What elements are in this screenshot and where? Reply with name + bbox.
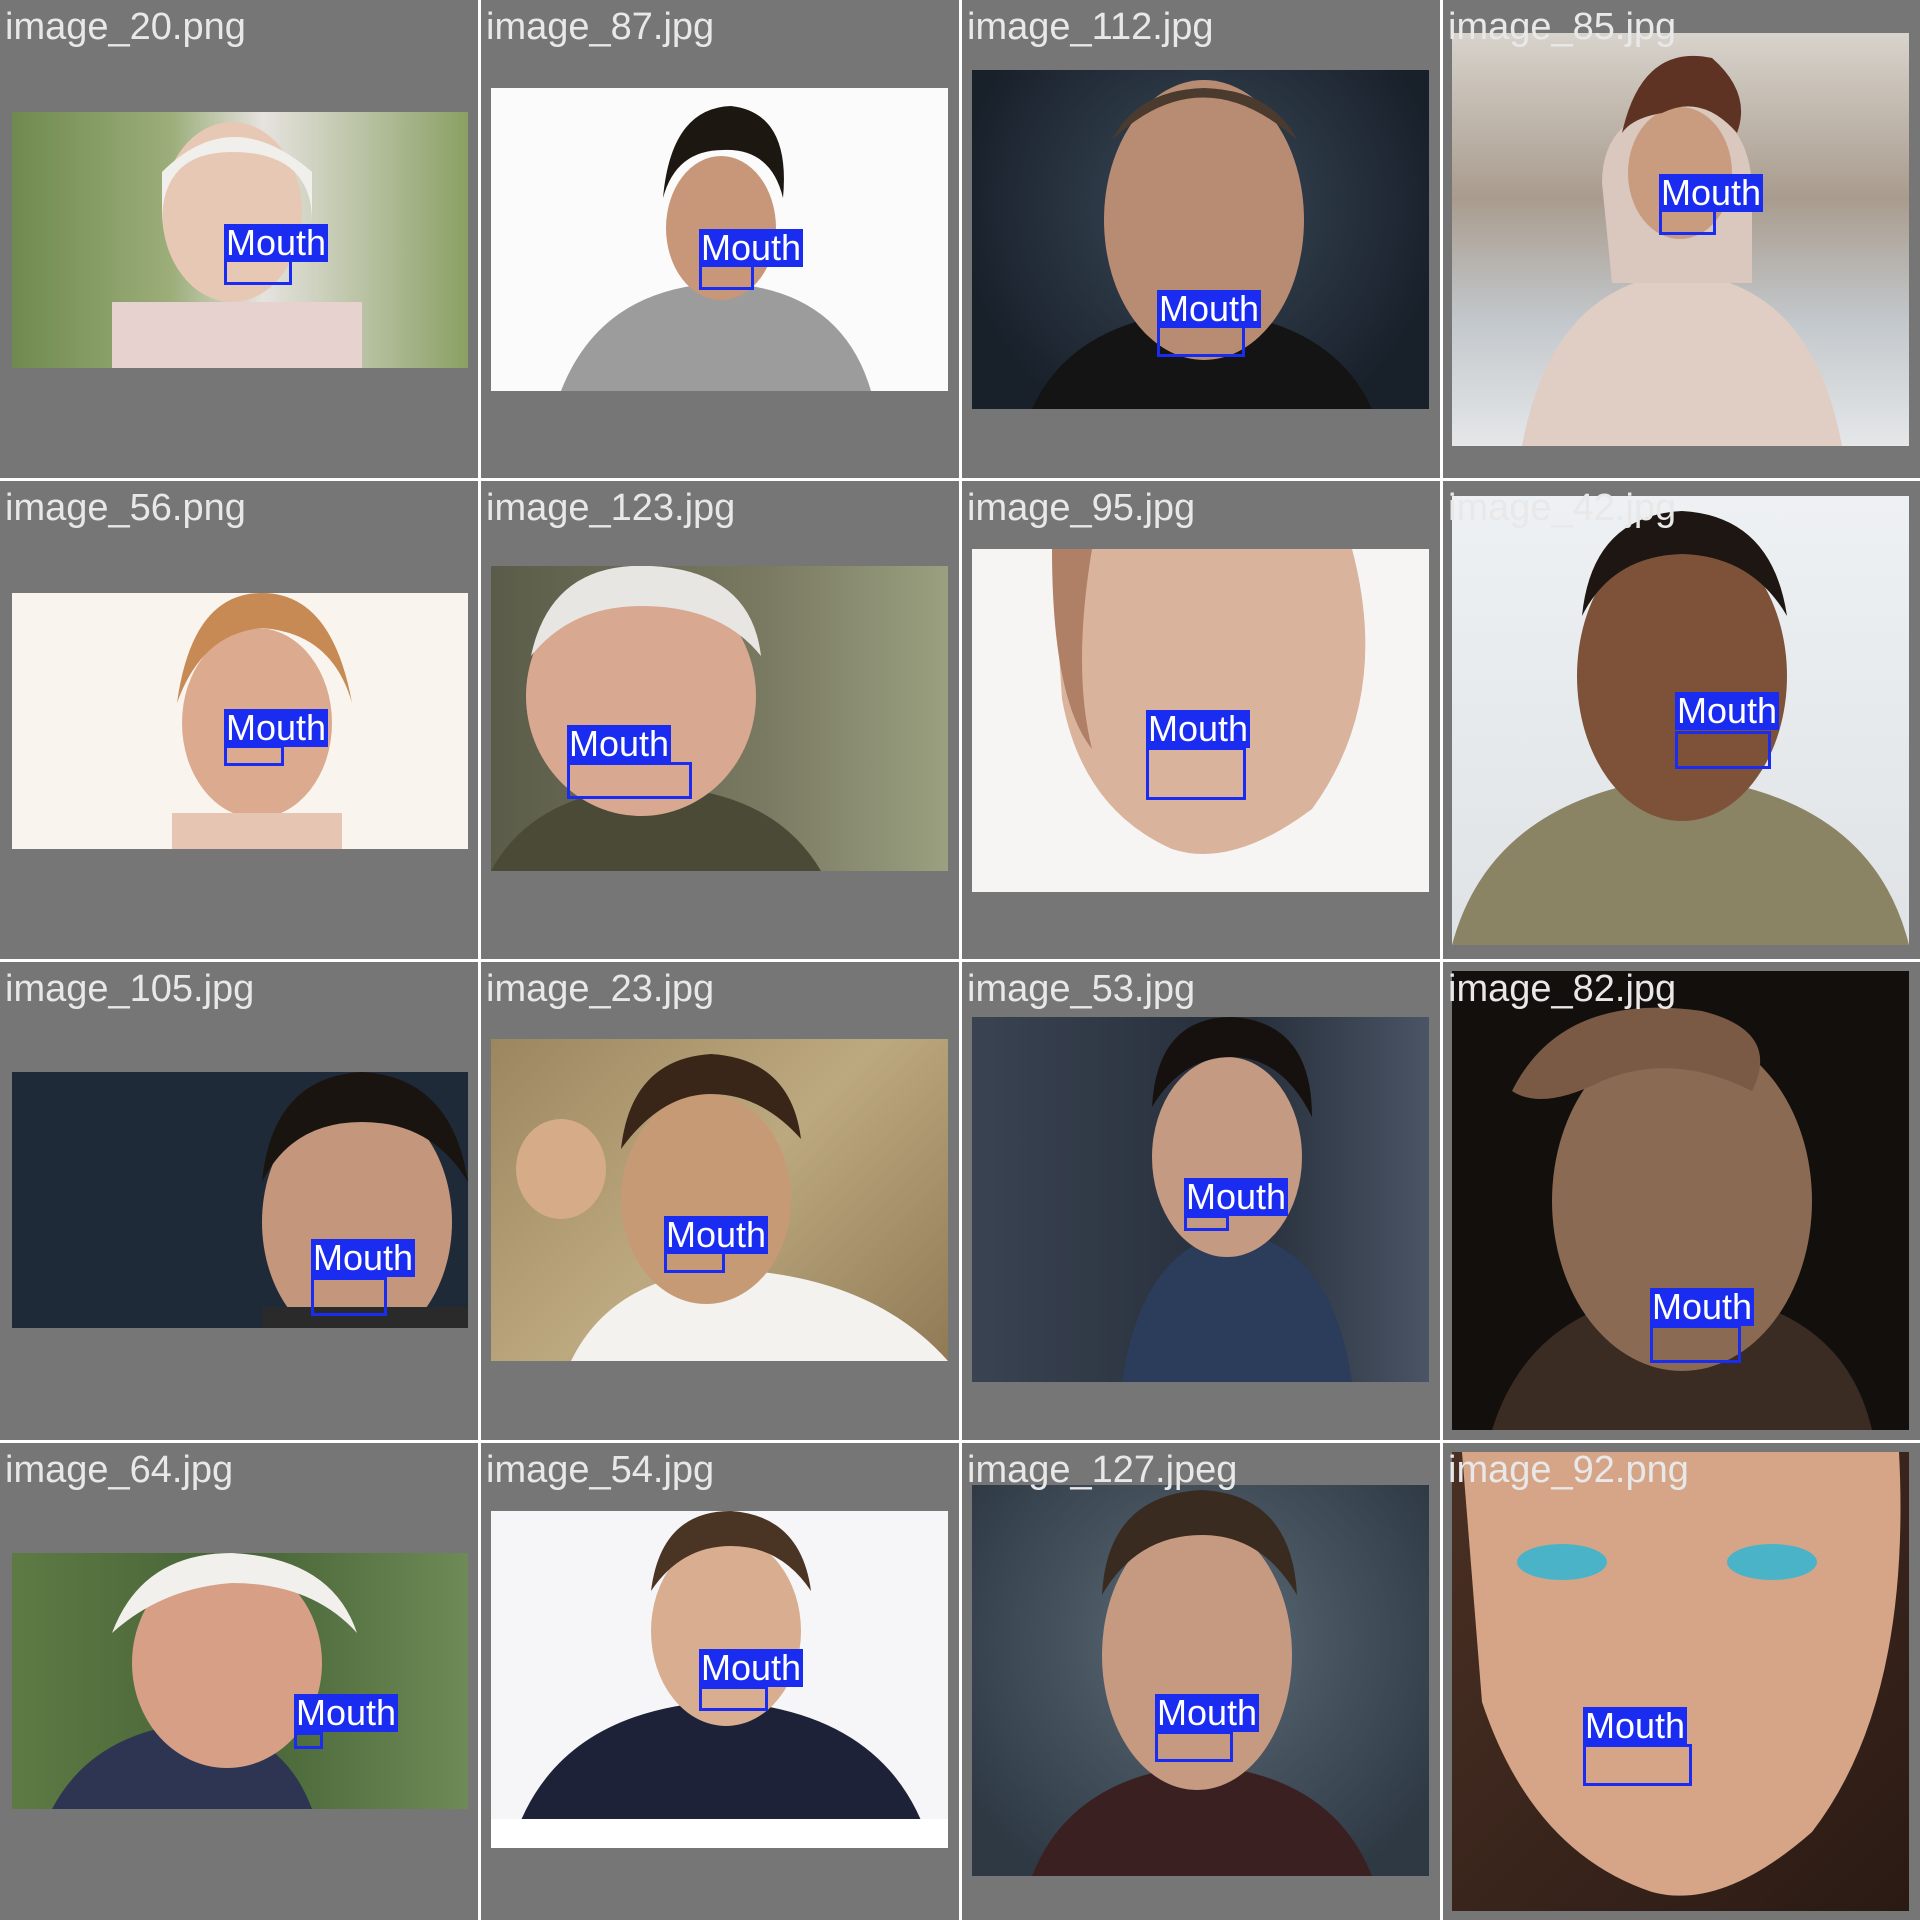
mouth-label: Mouth [1155, 1692, 1260, 1733]
tile[interactable]: image_64.jpg Mouth [0, 1443, 478, 1920]
face-silhouette [262, 1072, 468, 1328]
tile-filename: image_23.jpg [486, 968, 715, 1010]
mouth-label: Mouth [699, 227, 804, 268]
tile-filename: image_82.jpg [1448, 968, 1677, 1010]
mouth-label: Mouth [294, 1692, 399, 1733]
tile-filename: image_92.png [1448, 1449, 1689, 1491]
detection-grid: image_20.png Mouth image_87.jpg Mouth im… [0, 0, 1920, 1920]
tile[interactable]: image_95.jpg Mouth [962, 481, 1440, 959]
mouth-bounding-box [1155, 1731, 1233, 1762]
mouth-label: Mouth [1146, 708, 1251, 749]
face-silhouette [1032, 80, 1372, 409]
mouth-bounding-box [1583, 1744, 1692, 1786]
tile[interactable]: image_105.jpg Mouth [0, 962, 478, 1440]
tile-image [972, 70, 1429, 409]
tile-filename: image_87.jpg [486, 6, 715, 48]
mouth-bounding-box [294, 1732, 323, 1749]
tile[interactable]: image_82.jpg Mouth [1443, 962, 1920, 1440]
tile-filename: image_112.jpg [967, 6, 1214, 48]
tile-filename: image_54.jpg [486, 1449, 715, 1491]
tile-filename: image_53.jpg [967, 968, 1196, 1010]
tile-image [972, 1485, 1429, 1876]
tile[interactable]: image_112.jpg Mouth [962, 0, 1440, 478]
mouth-bounding-box [699, 1686, 768, 1711]
tile-filename: image_85.jpg [1448, 6, 1677, 48]
mouth-label: Mouth [1659, 172, 1764, 213]
tile-filename: image_20.png [5, 6, 246, 48]
mouth-bounding-box [1675, 731, 1771, 769]
tile[interactable]: image_42.jpg Mouth [1443, 481, 1920, 959]
tile-image [1452, 33, 1909, 446]
tile-image [491, 566, 948, 871]
tile-image [12, 1072, 468, 1328]
mouth-label: Mouth [224, 222, 329, 263]
tile[interactable]: image_123.jpg Mouth [481, 481, 959, 959]
tile[interactable]: image_85.jpg Mouth [1443, 0, 1920, 478]
mouth-label: Mouth [224, 707, 329, 748]
mouth-bounding-box [1650, 1325, 1741, 1363]
tile-filename: image_95.jpg [967, 487, 1196, 529]
mouth-label: Mouth [1650, 1286, 1755, 1327]
tile-image [1452, 1452, 1909, 1911]
mouth-label: Mouth [567, 723, 672, 764]
tile[interactable]: image_20.png Mouth [0, 0, 478, 478]
face-silhouette [52, 1553, 357, 1809]
mouth-label: Mouth [1184, 1176, 1289, 1217]
tile-image [491, 1039, 948, 1361]
mouth-label: Mouth [1157, 288, 1262, 329]
tile-filename: image_42.jpg [1448, 487, 1677, 529]
tile-filename: image_64.jpg [5, 1449, 234, 1491]
face-silhouette [491, 566, 821, 871]
tile[interactable]: image_53.jpg Mouth [962, 962, 1440, 1440]
tile-filename: image_127.jpeg [967, 1449, 1238, 1491]
mouth-bounding-box [224, 745, 284, 766]
mouth-label: Mouth [1675, 690, 1780, 731]
tile-filename: image_123.jpg [486, 487, 736, 529]
mouth-label: Mouth [664, 1214, 769, 1255]
tile[interactable]: image_92.png Mouth [1443, 1443, 1920, 1920]
mouth-bounding-box [567, 762, 692, 799]
face-silhouette [1032, 1490, 1372, 1876]
tile-filename: image_105.jpg [5, 968, 255, 1010]
tile[interactable]: image_127.jpeg Mouth [962, 1443, 1440, 1920]
mouth-bounding-box [1146, 747, 1246, 800]
face-silhouette [1462, 1452, 1901, 1896]
tile-image [12, 1553, 468, 1809]
tile[interactable]: image_23.jpg Mouth [481, 962, 959, 1440]
mouth-bounding-box [311, 1277, 387, 1316]
tile[interactable]: image_56.png Mouth [0, 481, 478, 959]
tile-filename: image_56.png [5, 487, 246, 529]
face-silhouette [1522, 55, 1842, 446]
tile[interactable]: image_87.jpg Mouth [481, 0, 959, 478]
tile[interactable]: image_54.jpg Mouth [481, 1443, 959, 1920]
mouth-bounding-box [1184, 1215, 1229, 1231]
mouth-label: Mouth [1583, 1705, 1688, 1746]
mouth-label: Mouth [699, 1647, 804, 1688]
mouth-label: Mouth [311, 1237, 416, 1278]
face-silhouette [516, 1054, 948, 1361]
